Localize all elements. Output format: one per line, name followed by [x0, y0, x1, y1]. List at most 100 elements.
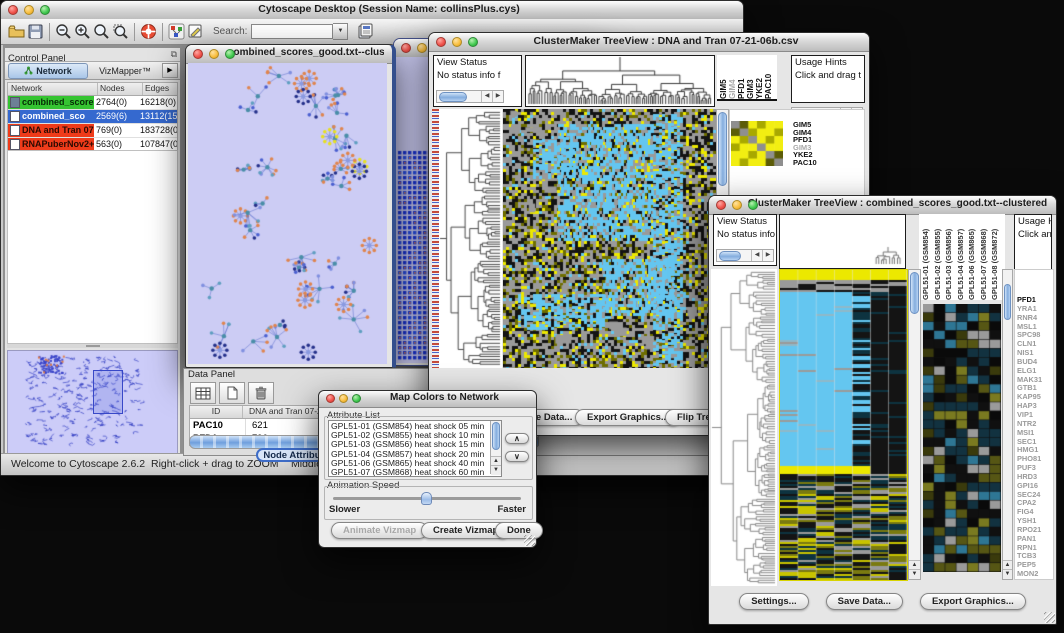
scrollbar-thumb[interactable]	[439, 92, 467, 102]
tv2-heatmap-vscrollbar[interactable]: ▲ ▼	[908, 269, 921, 580]
tv1-gene-dendrogram[interactable]	[439, 109, 502, 368]
animate-vizmap-button[interactable]: Animate Vizmap	[331, 522, 428, 539]
birdseye-panel[interactable]	[7, 350, 178, 454]
tv1-zoom-matrix[interactable]	[731, 121, 783, 166]
help-lifesaver-icon[interactable]	[139, 23, 158, 40]
scrollbar-thumb[interactable]	[492, 422, 500, 450]
close-button[interactable]	[8, 5, 18, 15]
network-overview-icon[interactable]	[167, 23, 186, 40]
tab-vizmapper[interactable]: VizMapper™	[88, 66, 162, 76]
scroll-left-icon[interactable]: ◀	[751, 250, 762, 261]
minimize-button[interactable]	[452, 37, 462, 47]
network-row[interactable]: DNA and Tran 07 769(0) 183728(0)	[8, 124, 177, 138]
network-row[interactable]: combined_scores 2764(0) 16218(0)	[8, 96, 177, 110]
close-button[interactable]	[193, 49, 203, 59]
zoom-fit-icon[interactable]	[92, 23, 111, 40]
save-icon[interactable]	[26, 23, 45, 40]
col-network[interactable]: Network	[8, 83, 98, 95]
scroll-down-icon[interactable]: ▼	[1003, 569, 1012, 579]
gene-label[interactable]: MON2	[1017, 570, 1053, 579]
tv1-array-dendrogram[interactable]	[525, 55, 715, 107]
main-titlebar[interactable]: Cytoscape Desktop (Session Name: collins…	[1, 1, 743, 20]
col-nodes[interactable]: Nodes	[98, 83, 143, 95]
array-label[interactable]: GPL51-08 (GSM872)	[990, 216, 1002, 300]
attribute-list-vscrollbar[interactable]: ▲ ▼	[490, 421, 501, 474]
treeview-action-button[interactable]: Settings...	[739, 593, 808, 610]
move-up-button[interactable]: ∧	[505, 433, 529, 444]
array-label[interactable]: GIM3	[746, 55, 755, 99]
minimize-button[interactable]	[339, 394, 348, 403]
open-folder-icon[interactable]	[7, 23, 26, 40]
gene-label[interactable]: PAC10	[793, 159, 817, 167]
tv2-zoom-vscrollbar[interactable]: ▲ ▼	[1002, 269, 1013, 580]
minimize-button[interactable]	[209, 49, 219, 59]
array-label[interactable]: GPL51-06 (GSM865)	[967, 216, 979, 300]
tab-network[interactable]: Network	[8, 63, 88, 79]
scrollbar-thumb[interactable]	[718, 112, 727, 186]
tab-overflow-button[interactable]: ▶	[162, 63, 178, 78]
scroll-right-icon[interactable]: ▶	[492, 91, 503, 102]
tv2-array-dendrogram[interactable]	[779, 214, 906, 269]
network-row[interactable]: combined_sco 2569(6) 13112(15)	[8, 110, 177, 124]
tv2-zoom-heatmap[interactable]	[923, 304, 1001, 572]
close-button[interactable]	[326, 394, 335, 403]
move-down-button[interactable]: ∨	[505, 451, 529, 462]
array-label[interactable]: GPL51-03 (GSM856)	[944, 216, 956, 300]
new-attribute-icon[interactable]	[219, 382, 245, 404]
search-dropdown-button[interactable]: ▼	[333, 23, 348, 40]
array-label[interactable]: PFD1	[737, 55, 746, 99]
zoom-window-button[interactable]	[748, 200, 758, 210]
treeview-action-button[interactable]: Export Graphics...	[920, 593, 1026, 610]
zoom-window-button[interactable]	[468, 37, 478, 47]
slider-thumb[interactable]	[421, 492, 432, 505]
zoom-out-icon[interactable]	[54, 23, 73, 40]
resize-grip[interactable]	[1044, 612, 1055, 623]
tv2-heatmap[interactable]	[779, 269, 908, 581]
tv1-status-scrollbar[interactable]: ◀ ▶	[436, 90, 504, 103]
minimize-button[interactable]	[24, 5, 34, 15]
treeview2-titlebar[interactable]: ClusterMaker TreeView : combined_scores_…	[709, 196, 1056, 215]
array-label[interactable]: GPL51-04 (GSM857)	[956, 216, 968, 300]
panel-splitter[interactable]	[7, 344, 178, 348]
network1-titlebar[interactable]: combined_scores_good.txt--cluste...	[186, 45, 392, 64]
zoom-in-icon[interactable]	[73, 23, 92, 40]
resize-grip[interactable]	[524, 535, 535, 546]
array-label[interactable]: GPL51-07 (GSM868)	[979, 216, 991, 300]
scrollbar-thumb[interactable]	[910, 272, 919, 314]
search-input[interactable]	[251, 24, 333, 39]
treeview-action-button[interactable]: Save Data...	[826, 593, 903, 610]
array-label[interactable]: GPL51-01 (GSM854)	[921, 216, 933, 300]
attribute-item[interactable]: GPL51-07 (GSM868) heat shock 60 min	[331, 468, 499, 477]
tv2-gene-dendrogram[interactable]	[711, 269, 777, 586]
tv2-status-scrollbar[interactable]: ◀ ▶	[716, 249, 774, 262]
done-button[interactable]: Done	[495, 522, 543, 539]
zoom-window-button[interactable]	[352, 394, 361, 403]
annotation-icon[interactable]	[186, 23, 205, 40]
minimize-button[interactable]	[732, 200, 742, 210]
attribute-table-icon[interactable]	[190, 382, 216, 404]
delete-attribute-trash-icon[interactable]	[248, 382, 274, 404]
birdseye-canvas[interactable]	[8, 351, 168, 453]
zoom-selected-icon[interactable]	[111, 23, 130, 40]
close-button[interactable]	[716, 200, 726, 210]
array-label[interactable]: GPL51-02 (GSM855)	[933, 216, 945, 300]
dialog-titlebar[interactable]: Map Colors to Network	[319, 391, 536, 408]
treeview1-titlebar[interactable]: ClusterMaker TreeView : DNA and Tran 07-…	[429, 33, 869, 52]
scrollbar-thumb[interactable]	[1004, 284, 1011, 320]
scrollbar-thumb[interactable]	[719, 251, 741, 261]
network1-canvas[interactable]	[188, 63, 387, 364]
array-label[interactable]: GIM4	[728, 55, 737, 99]
array-label[interactable]: YKE2	[755, 55, 764, 99]
scroll-down-icon[interactable]: ▼	[491, 465, 501, 475]
scroll-down-icon[interactable]: ▼	[909, 569, 920, 579]
array-label[interactable]: GIM5	[719, 55, 728, 99]
col-edges[interactable]: Edges	[143, 83, 177, 95]
array-label[interactable]: PAC10	[764, 55, 773, 99]
minimize-button[interactable]	[417, 43, 427, 53]
close-button[interactable]	[436, 37, 446, 47]
close-button[interactable]	[401, 43, 411, 53]
scroll-left-icon[interactable]: ◀	[481, 91, 492, 102]
import-table-icon[interactable]	[356, 23, 375, 40]
attribute-listbox[interactable]: GPL51-01 (GSM854) heat shock 05 minGPL51…	[328, 420, 502, 477]
zoom-window-button[interactable]	[225, 49, 235, 59]
